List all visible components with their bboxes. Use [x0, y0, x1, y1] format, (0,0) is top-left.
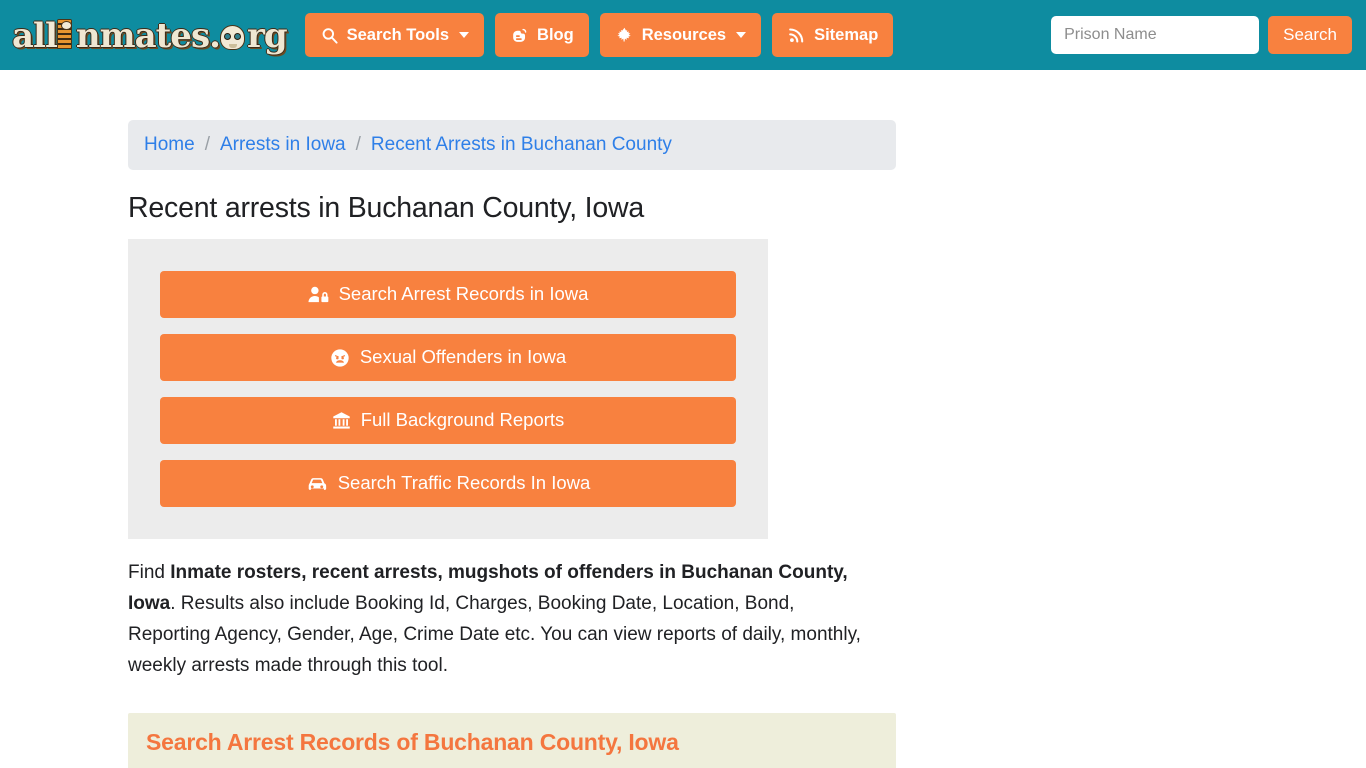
rss-icon: [787, 26, 806, 45]
intro-suffix: . Results also include Booking Id, Charg…: [128, 593, 861, 676]
breadcrumb-item-arrests-in-iowa[interactable]: Arrests in Iowa: [220, 134, 346, 156]
header-search-form: Search: [1051, 16, 1352, 54]
logo-wordmark: a ll nmates. rg: [12, 16, 288, 56]
action-label-2: Full Background Reports: [360, 409, 565, 431]
nav-item-blog[interactable]: Blog: [495, 13, 589, 57]
sexual-offenders-button[interactable]: Sexual Offenders in Iowa: [160, 334, 736, 381]
landmark-icon: [332, 411, 351, 430]
angry-face-icon: [330, 348, 350, 368]
action-label-3: Search Traffic Records In Iowa: [337, 472, 591, 494]
breadcrumb-separator: /: [204, 134, 210, 155]
nav-label-search-tools: Search Tools: [346, 25, 450, 44]
car-icon: [306, 475, 328, 493]
nav-item-sitemap[interactable]: Sitemap: [772, 13, 894, 57]
breadcrumb-separator: /: [355, 134, 361, 155]
search-traffic-records-button[interactable]: Search Traffic Records In Iowa: [160, 460, 736, 507]
intro-paragraph: Find Inmate rosters, recent arrests, mug…: [128, 557, 873, 681]
page-wrapper: Home / Arrests in Iowa / Recent Arrests …: [0, 70, 1366, 768]
action-label-0: Search Arrest Records in Iowa: [338, 283, 589, 305]
nav-label-sitemap: Sitemap: [814, 25, 879, 44]
logo-letters-rg: rg: [246, 16, 288, 56]
logo-letters-nmates: nmates: [75, 16, 210, 56]
user-lock-icon: [308, 285, 329, 304]
leaf-icon: [615, 26, 634, 45]
breadcrumb: Home / Arrests in Iowa / Recent Arrests …: [128, 120, 896, 170]
nav-item-resources[interactable]: Resources: [599, 13, 762, 57]
site-header: a ll nmates. rg Search Tools Blog Resour…: [0, 0, 1366, 70]
blogger-icon: [510, 26, 529, 45]
main-navigation: Search Tools Blog Resources Sitemap: [304, 13, 894, 57]
search-arrest-records-button[interactable]: Search Arrest Records in Iowa: [160, 271, 736, 318]
nav-label-resources: Resources: [641, 25, 727, 44]
action-button-panel: Search Arrest Records in Iowa Sexual Off…: [128, 239, 768, 539]
logo-inmate-figure-icon: [56, 17, 76, 53]
full-background-reports-button[interactable]: Full Background Reports: [160, 397, 736, 444]
nav-item-search-tools[interactable]: Search Tools: [304, 13, 485, 57]
intro-prefix: Find: [128, 562, 171, 583]
prison-name-input[interactable]: [1051, 16, 1260, 54]
logo-letter-a: a: [12, 16, 34, 56]
action-label-1: Sexual Offenders in Iowa: [359, 346, 567, 368]
content-container: Home / Arrests in Iowa / Recent Arrests …: [128, 120, 896, 768]
page-title: Recent arrests in Buchanan County, Iowa: [128, 192, 645, 224]
chevron-down-icon: [736, 32, 747, 38]
header-search-button[interactable]: Search: [1268, 16, 1352, 54]
action-button-list: Search Arrest Records in Iowa Sexual Off…: [128, 271, 768, 507]
breadcrumb-item-home[interactable]: Home: [144, 134, 195, 156]
logo-letters-ll: ll: [33, 16, 58, 56]
chevron-down-icon: [459, 32, 470, 38]
logo-skull-icon: [219, 19, 247, 53]
search-icon: [320, 26, 339, 45]
section-heading-text: Search Arrest Records of Buchanan County…: [146, 729, 679, 755]
breadcrumb-item-recent-arrests-buchanan[interactable]: Recent Arrests in Buchanan County: [371, 134, 672, 156]
logo-dot: .: [209, 16, 221, 56]
site-logo[interactable]: a ll nmates. rg: [12, 16, 288, 56]
nav-label-blog: Blog: [537, 25, 574, 44]
section-heading-bar: Search Arrest Records of Buchanan County…: [128, 713, 896, 768]
